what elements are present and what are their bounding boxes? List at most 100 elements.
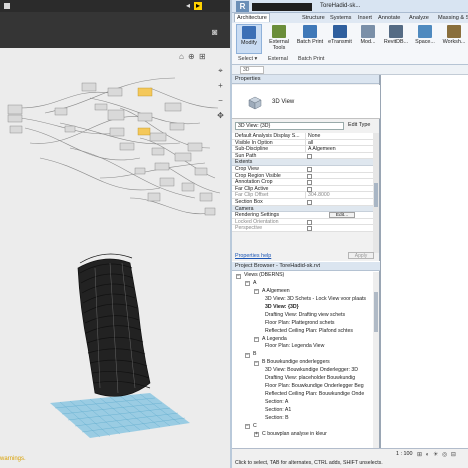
browser-node[interactable]: Floor Plan: Bouwkundige Onderlegger Beg xyxy=(232,383,372,391)
worksharing-button[interactable]: Worksh... xyxy=(440,24,468,54)
property-checkbox[interactable] xyxy=(307,173,312,179)
space-button[interactable]: Space... xyxy=(412,24,438,54)
browser-node-label: 3D View: 3D Schets - Lock View voor plaa… xyxy=(265,295,367,302)
collapse-icon[interactable]: − xyxy=(254,360,259,366)
browser-node-label: B Bouwkundige onderleggers xyxy=(262,359,330,366)
property-name: Sun Path xyxy=(235,152,257,159)
tab-systems[interactable]: Systems xyxy=(330,14,351,22)
window-menu-icon[interactable] xyxy=(4,3,10,9)
zoom-out-icon[interactable]: − xyxy=(216,96,225,105)
browser-node[interactable]: − A xyxy=(232,280,372,288)
view-selector[interactable]: 3D xyxy=(240,66,264,74)
property-checkbox[interactable] xyxy=(307,186,312,192)
application-button[interactable]: R xyxy=(236,1,249,12)
property-value[interactable]: all xyxy=(305,139,371,146)
dynamo-toolbar: ◙ xyxy=(0,12,230,48)
collapse-icon[interactable]: − xyxy=(245,352,250,358)
browser-node[interactable]: − B Bouwkundige onderleggers xyxy=(232,359,372,367)
view-scale[interactable]: 1 : 100 xyxy=(396,451,413,457)
view-area[interactable] xyxy=(380,75,468,448)
browser-node[interactable]: Section: A1 xyxy=(232,407,372,415)
browser-node[interactable]: Reflected Ceiling Plan: Plafond schtes xyxy=(232,328,372,336)
property-name: Visible In Option xyxy=(235,139,273,146)
tab-analyze[interactable]: Analyze xyxy=(409,14,429,22)
type-selector[interactable]: 3D View xyxy=(232,85,380,119)
ribbon: Modify External Tools Batch Print eTrans… xyxy=(232,23,468,65)
browser-node[interactable]: Floor Plan: Plattegrond schets xyxy=(232,320,372,328)
property-checkbox[interactable] xyxy=(307,153,312,159)
apply-button[interactable]: Apply xyxy=(348,252,374,259)
options-bar: 3D xyxy=(232,65,468,75)
browser-node[interactable]: Section: A xyxy=(232,399,372,407)
tab-architecture[interactable]: Architecture xyxy=(234,13,270,22)
browser-node[interactable]: − Views (DBERNS) xyxy=(232,272,372,280)
browser-node[interactable]: 3D View: Bouwkundige Onderlegger: 3D xyxy=(232,367,372,375)
background-preview-controls[interactable]: ⌂ ⊕ ⊞ xyxy=(179,53,207,61)
property-row: Section Box xyxy=(232,198,373,206)
camera-icon[interactable]: ◙ xyxy=(212,28,217,37)
property-value[interactable]: A Algemeen xyxy=(305,146,371,153)
instance-selector[interactable]: 3D View: {3D} xyxy=(235,122,344,130)
properties-help-link[interactable]: Properties help xyxy=(235,253,271,259)
browser-node[interactable]: Section: B xyxy=(232,415,372,423)
dynamo-graph-canvas[interactable]: ⌂ ⊕ ⊞ ⌖ + − ✥ warnings. xyxy=(0,48,230,468)
browser-scrollbar[interactable] xyxy=(373,272,379,448)
fit-view-icon[interactable]: ⌖ xyxy=(216,66,225,75)
model-button[interactable]: Mod... xyxy=(356,24,380,54)
browser-node-label: Drafting View: placeholder Bouwkundig xyxy=(265,375,356,382)
browser-node[interactable]: Drafting View: placeholder Bouwkundig xyxy=(232,375,372,383)
property-value[interactable]: None xyxy=(305,133,371,140)
browser-node[interactable]: + C bouwplan analyse in kleur xyxy=(232,431,372,439)
property-checkbox[interactable] xyxy=(307,180,312,186)
expand-icon[interactable]: + xyxy=(254,432,259,438)
scroll-thumb[interactable] xyxy=(374,183,378,207)
property-group-header[interactable]: Extents xyxy=(232,159,373,166)
modify-button[interactable]: Modify xyxy=(236,24,262,54)
edit-button[interactable]: Edit... xyxy=(329,212,355,219)
property-row: Sun Path xyxy=(232,152,373,160)
property-group-header[interactable]: Camera xyxy=(232,205,373,213)
revit-title-bar: R ToreHadid-sk... xyxy=(232,0,468,13)
browser-node[interactable]: Floor Plan: Legenda View xyxy=(232,343,372,351)
database-icon xyxy=(389,25,403,38)
revit-window: R ToreHadid-sk... Architecture Structure… xyxy=(230,0,468,468)
back-button[interactable]: ◂ xyxy=(184,2,192,10)
project-browser: Project Browser - ToreHadid-sk.rvt − View… xyxy=(232,262,380,448)
instance-row: 3D View: {3D} Edit Type xyxy=(232,121,380,131)
external-tools-button[interactable]: External Tools xyxy=(265,24,293,54)
property-row: Locked Orientation xyxy=(232,218,373,226)
property-checkbox[interactable] xyxy=(307,199,312,205)
browser-node[interactable]: Drafting View: Drafting view schets xyxy=(232,312,372,320)
collapse-icon[interactable]: − xyxy=(236,273,241,279)
batch-print-button[interactable]: Batch Print xyxy=(295,24,325,54)
tab-structure[interactable]: Structure xyxy=(302,14,325,22)
select-panel-label[interactable]: Select ▾ xyxy=(238,56,257,62)
browser-node[interactable]: 3D View: {3D} xyxy=(232,304,372,312)
browser-node[interactable]: − C xyxy=(232,423,372,431)
zoom-in-icon[interactable]: + xyxy=(216,81,225,90)
browser-node[interactable]: − B xyxy=(232,351,372,359)
quick-access-toolbar[interactable] xyxy=(252,3,312,11)
tab-annotate[interactable]: Annotate xyxy=(378,14,400,22)
scroll-thumb[interactable] xyxy=(374,292,378,332)
dynamo-title-bar: ◂ ▸ xyxy=(0,0,230,12)
property-checkbox[interactable] xyxy=(307,166,312,172)
pan-icon[interactable]: ✥ xyxy=(216,111,225,120)
browser-node[interactable]: − A Legenda xyxy=(232,336,372,344)
revitdb-button[interactable]: RevitDB... xyxy=(382,24,410,54)
collapse-icon[interactable]: − xyxy=(254,337,259,342)
view-control-icons[interactable]: ⊞ ◐ ☀ ◎ ⊟ xyxy=(417,451,457,458)
browser-node-label: C bouwplan analyse in kleur xyxy=(262,430,327,437)
browser-node[interactable]: − A Algemeen xyxy=(232,288,372,296)
tab-insert[interactable]: Insert xyxy=(358,14,372,22)
collapse-icon[interactable]: − xyxy=(245,281,250,287)
collapse-icon[interactable]: − xyxy=(245,424,250,430)
collapse-icon[interactable]: − xyxy=(254,289,259,295)
forward-button[interactable]: ▸ xyxy=(194,2,202,10)
properties-scrollbar[interactable] xyxy=(373,133,379,253)
edit-type-button[interactable]: Edit Type xyxy=(348,122,370,128)
browser-node[interactable]: Reflected Ceiling Plan: Bouwkundige Onde xyxy=(232,391,372,399)
etransmit-button[interactable]: eTransmit xyxy=(326,24,354,54)
tab-massing[interactable]: Massing & S xyxy=(438,14,468,22)
browser-node[interactable]: 3D View: 3D Schets - Lock View voor plaa… xyxy=(232,296,372,304)
